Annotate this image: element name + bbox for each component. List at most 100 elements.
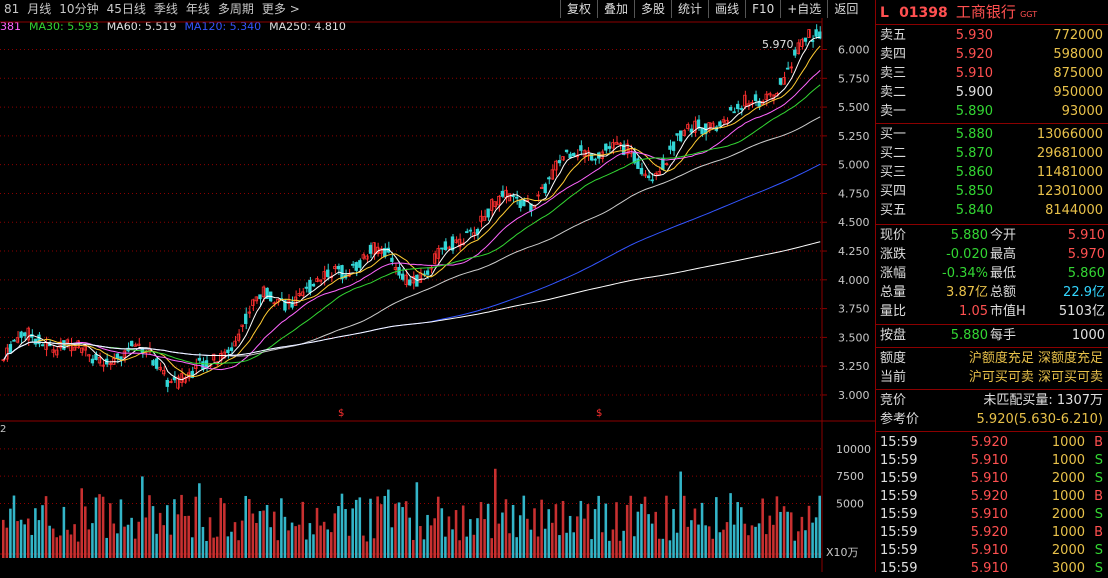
trade-volume: 1000 [1051, 525, 1085, 540]
quote-row: 涨幅 -0.34% 最低 5.860 [878, 264, 1107, 283]
candle-body [12, 339, 16, 342]
period-item[interactable]: 年线 [182, 0, 214, 18]
function-button[interactable]: F10 [745, 0, 780, 18]
volume-bar [583, 518, 586, 558]
period-item[interactable]: 更多 > [258, 0, 304, 18]
candle-body [229, 347, 234, 351]
candle-body [336, 265, 341, 270]
volume-bar [522, 495, 526, 558]
period-item[interactable]: 10分钟 [55, 0, 102, 18]
volume-bar [618, 540, 622, 558]
candle-body [810, 40, 815, 42]
function-button[interactable]: +自选 [780, 0, 827, 18]
trade-price: 5.910 [970, 543, 1008, 558]
trade-side: S [1094, 507, 1103, 522]
kline-chart[interactable]: 6.000 5.750 5.500 5.250 5.000 4.750 4.500 4.250… [0, 18, 875, 572]
volume-bar [804, 530, 807, 558]
volume-bar [155, 533, 158, 558]
volume-unit-label: X10万 [826, 546, 859, 559]
candle-body [119, 356, 123, 361]
volume-bar [743, 523, 747, 558]
volume-tick-label: 5000 [836, 497, 864, 510]
function-button[interactable]: 多股 [634, 0, 671, 18]
volume-bar [258, 511, 262, 558]
function-button[interactable]: 画线 [708, 0, 745, 18]
candle-body [365, 255, 369, 260]
volume-bar [779, 511, 782, 558]
period-item[interactable]: 多周期 [214, 0, 258, 18]
period-item[interactable]: 81 [0, 0, 23, 18]
trade-time: 15:59 [880, 543, 918, 558]
volume-bar [119, 499, 123, 558]
volume-bar [764, 534, 768, 558]
bid-price: 5.850 [955, 184, 993, 199]
candle-body [732, 111, 736, 114]
volume-bar [230, 531, 233, 558]
quote-value: 5.970 [1067, 247, 1105, 262]
function-button[interactable]: 返回 [827, 0, 864, 18]
candle-body [678, 130, 683, 142]
price-tick-label: 3.000 [838, 389, 870, 402]
volume-bar [148, 495, 151, 558]
period-item[interactable]: 季线 [150, 0, 182, 18]
bid-volume: 8144000 [1045, 203, 1103, 218]
candle-body [803, 37, 808, 42]
candle-body [129, 340, 134, 347]
quota-value: 沪额度充足 深额度充足 [968, 351, 1103, 366]
volume-bar [108, 503, 112, 558]
volume-bar [561, 500, 565, 558]
period-item[interactable]: 月线 [23, 0, 55, 18]
volume-bar [672, 509, 675, 558]
volume-bar [579, 500, 583, 558]
volume-bar [315, 507, 319, 558]
candle-body [550, 169, 555, 180]
candle-body [154, 358, 159, 369]
candle-body [536, 194, 540, 197]
volume-bar [469, 519, 472, 558]
candle-body [22, 332, 27, 337]
volume-bar [622, 530, 625, 558]
ask-label: 卖一 [880, 104, 907, 119]
separator [876, 123, 1108, 124]
candle-body [579, 145, 583, 151]
volume-bar [611, 529, 615, 558]
bid-label: 买二 [880, 146, 907, 161]
separator [876, 224, 1108, 225]
function-button[interactable]: 复权 [560, 0, 597, 18]
period-item[interactable]: 45日线 [103, 0, 150, 18]
quote-value: 22.9亿 [1063, 285, 1105, 300]
trade-row: 15:59 5.910 2000 S [878, 469, 1107, 488]
quote-row: 量比 1.05 市值H 5103亿 [878, 302, 1107, 321]
volume-bar [16, 521, 19, 558]
stock-name: 工商银行 [955, 3, 1016, 21]
price-tick-label: 5.500 [838, 101, 870, 114]
volume-bar [166, 505, 169, 558]
bid-label: 买五 [880, 203, 907, 218]
candle-body [753, 94, 758, 101]
function-button[interactable]: 统计 [671, 0, 708, 18]
function-button[interactable]: 叠加 [597, 0, 634, 18]
candle-body [543, 183, 547, 194]
candle-body [440, 247, 444, 250]
volume-bar [80, 488, 83, 558]
volume-bar [319, 525, 322, 558]
volume-bar [376, 496, 379, 558]
candle-body [115, 353, 120, 359]
volume-bar [34, 508, 37, 558]
volume-bar [305, 539, 308, 558]
volume-bar [387, 489, 390, 558]
bid-row: 买一 5.880 13066000 [878, 125, 1107, 144]
volume-bar [276, 540, 280, 558]
volume-bar [23, 524, 26, 558]
candle-body [814, 29, 818, 37]
volume-bar [558, 535, 561, 558]
event-marker: $ [338, 408, 344, 419]
trade-time: 15:59 [880, 525, 918, 540]
candle-body [447, 246, 451, 250]
volume-bar [244, 495, 247, 558]
quote-value: 5.860 [1067, 266, 1105, 281]
volume-bar [397, 502, 401, 558]
ask-price: 5.910 [955, 66, 993, 81]
volume-bar [643, 496, 647, 558]
trade-time: 15:59 [880, 435, 918, 450]
